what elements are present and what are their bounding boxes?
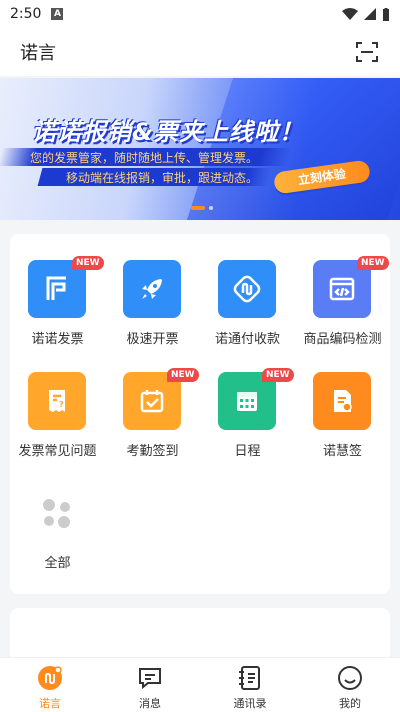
scan-icon (356, 42, 378, 62)
status-time: 2:50 (10, 6, 42, 22)
grid-item-attendance[interactable]: NEW 考勤签到 (105, 346, 200, 459)
grid-item-schedule[interactable]: NEW 日程 (200, 346, 295, 459)
grid-item-label: 全部 (44, 556, 71, 571)
grid-item-nuonuo-invoice[interactable]: NEW 诺诺发票 (10, 234, 105, 347)
grid-item-nuotong-payment[interactable]: 诺通付收款 (200, 234, 295, 347)
pager-dot (209, 206, 213, 210)
status-bar: 2:50 A (0, 0, 400, 28)
grid-item-invoice-faq[interactable]: ? 发票常见问题 (10, 346, 105, 459)
tab-label: 诺言 (39, 697, 61, 710)
tab-label: 我的 (339, 697, 361, 710)
grid-item-label: 日程 (234, 444, 261, 459)
new-badge: NEW (357, 256, 389, 270)
tab-nuoyan[interactable]: 诺言 (0, 658, 100, 712)
grid-item-fast-invoicing[interactable]: 极速开票 (105, 234, 200, 347)
grid-item-label: 商品编码检测 (303, 332, 382, 347)
banner-title: 诺诺报销&票夹上线啦！ (32, 118, 304, 146)
new-badge: NEW (167, 368, 199, 382)
grid-item-code-check[interactable]: NEW 商品编码检测 (295, 234, 390, 347)
promo-banner[interactable]: 诺诺报销&票夹上线啦！ 您的发票管家，随时随地上传、管理发票。 移动端在线报销，… (0, 78, 400, 220)
faq-invoice-icon: ? (28, 372, 86, 430)
tab-messages[interactable]: 消息 (100, 658, 200, 712)
tab-label: 消息 (139, 697, 161, 710)
pager-dot-active (191, 206, 205, 210)
feature-grid: NEW 诺诺发票 极速开票 诺通付收款 NEW 商品编码检测 ? 发票常见问题 … (10, 234, 390, 594)
new-badge: NEW (72, 256, 104, 270)
bottom-tab-bar: 诺言 消息 通讯录 我的 (0, 657, 400, 712)
notification-icon: A (51, 8, 64, 20)
grid-item-label: 诺通付收款 (214, 332, 280, 347)
me-icon (336, 664, 364, 692)
tab-me[interactable]: 我的 (300, 658, 400, 712)
svg-text:?: ? (59, 400, 64, 409)
contacts-icon (236, 664, 264, 692)
banner-pager (191, 206, 213, 210)
grid-item-label: 考勤签到 (126, 444, 179, 459)
tab-contacts[interactable]: 通讯录 (200, 658, 300, 712)
status-icons (342, 7, 390, 21)
payment-icon (218, 260, 276, 318)
rocket-icon (123, 260, 181, 318)
nuoyan-icon (36, 664, 64, 692)
battery-icon (383, 7, 389, 21)
scan-button[interactable] (354, 39, 380, 65)
new-badge: NEW (262, 368, 294, 382)
grid-item-all[interactable]: 全部 (10, 458, 105, 571)
app-header: 诺言 (0, 28, 400, 76)
grid-item-nuohui-sign[interactable]: 诺慧签 (295, 346, 390, 459)
banner-line2: 移动端在线报销，审批，跟进动态。 (66, 171, 259, 185)
grid-item-label: 发票常见问题 (18, 444, 97, 459)
all-apps-icon (28, 484, 86, 542)
grid-item-label: 极速开票 (126, 332, 179, 347)
grid-item-label: 诺诺发票 (31, 332, 84, 347)
wifi-icon (342, 8, 358, 20)
grid-item-label: 诺慧签 (322, 444, 362, 459)
page-title: 诺言 (20, 43, 56, 64)
tab-label: 通讯录 (233, 697, 267, 710)
banner-line1: 您的发票管家，随时随地上传、管理发票。 (30, 151, 259, 165)
sign-icon (313, 372, 371, 430)
signal-icon (364, 8, 376, 20)
message-icon (136, 664, 164, 692)
